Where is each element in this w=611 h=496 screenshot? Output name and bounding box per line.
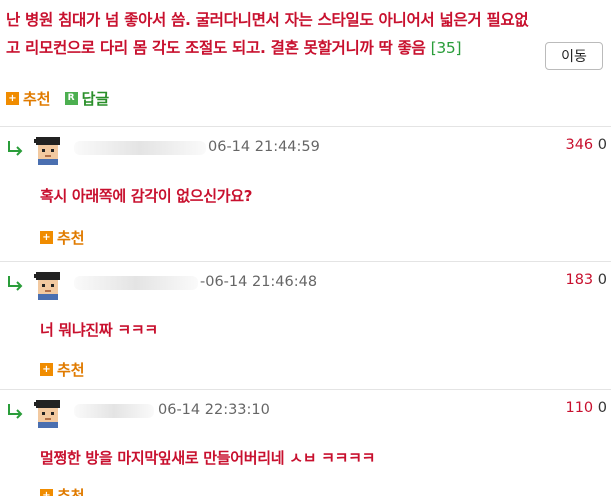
vote-count-down: 0 [597, 272, 607, 288]
post-line-2: 고 리모컨으로 다리 몸 각도 조절도 되고. 결혼 못할거니까 딱 좋음 [3… [6, 34, 606, 62]
comment-item: 06-14 21:44:59 346 0 혹시 아래쪽에 감각이 없으신가요? … [0, 126, 611, 261]
recommend-label: 추천 [57, 361, 85, 379]
author-name-blurred[interactable] [74, 404, 154, 418]
avatar-icon [34, 400, 60, 428]
reply-arrow-icon [8, 404, 23, 419]
post-line-2-text: 고 리모컨으로 다리 몸 각도 조절도 되고. 결혼 못할거니까 딱 좋음 [6, 39, 426, 57]
comment-text: 혹시 아래쪽에 감각이 없으신가요? [40, 187, 253, 205]
comment-header: 06-14 22:33:10 110 0 [0, 390, 611, 430]
avatar-icon [34, 137, 60, 165]
vote-count-down: 0 [597, 137, 607, 153]
avatar-icon [34, 272, 60, 300]
vote-count-up: 183 [565, 272, 594, 288]
plus-icon: + [40, 489, 53, 496]
post-line-1: 난 병원 침대가 넘 좋아서 씀. 굴러다니면서 자는 스타일도 아니어서 넓은… [6, 11, 529, 29]
comment-date: -06-14 21:46:48 [200, 274, 318, 290]
reply-arrow-icon [8, 276, 23, 291]
comment-date: 06-14 21:44:59 [208, 139, 320, 155]
reply-badge-icon: R [64, 92, 78, 105]
author-name-blurred[interactable] [74, 141, 206, 155]
vote-count-up: 110 [565, 400, 594, 416]
author-name-blurred[interactable] [74, 276, 198, 290]
plus-icon: + [40, 363, 53, 376]
reply-button[interactable]: R 답글 [64, 88, 110, 109]
comment-item: 06-14 22:33:10 110 0 멀쩡한 방을 마지막잎새로 만들어버리… [0, 389, 611, 496]
plus-icon: + [40, 231, 53, 244]
comment-vote-counts: 346 0 [565, 137, 607, 153]
comment-vote-counts: 183 0 [565, 272, 607, 288]
comment-header: 06-14 21:44:59 346 0 [0, 127, 611, 167]
comment-date: 06-14 22:33:10 [158, 402, 270, 418]
post-actions: + 추천 R 답글 [6, 88, 109, 109]
recommend-label: 추천 [57, 229, 85, 247]
comment-text: 너 뭐냐진짜 ㅋㅋㅋ [40, 321, 158, 339]
move-button[interactable]: 이동 [545, 42, 603, 70]
comment-recommend-button[interactable]: + 추천 [40, 359, 85, 380]
vote-count-up: 346 [565, 137, 594, 153]
reply-label: 답글 [81, 90, 110, 108]
vote-count-down: 0 [597, 400, 607, 416]
comment-text: 멀쩡한 방을 마지막잎새로 만들어버리네 ㅅㅂ ㅋㅋㅋㅋ [40, 449, 376, 467]
post-body: 난 병원 침대가 넘 좋아서 씀. 굴러다니면서 자는 스타일도 아니어서 넓은… [6, 6, 606, 62]
reply-arrow-icon [8, 141, 23, 156]
recommend-label: 추천 [23, 90, 51, 108]
comment-recommend-button[interactable]: + 추천 [40, 485, 85, 496]
recommend-button[interactable]: + 추천 [6, 88, 51, 109]
comment-count[interactable]: [35] [431, 39, 462, 57]
comment-recommend-button[interactable]: + 추천 [40, 227, 85, 248]
comment-header: -06-14 21:46:48 183 0 [0, 262, 611, 302]
comment-item: -06-14 21:46:48 183 0 너 뭐냐진짜 ㅋㅋㅋ + 추천 [0, 261, 611, 389]
plus-icon: + [6, 92, 19, 105]
recommend-label: 추천 [57, 487, 85, 496]
comment-vote-counts: 110 0 [565, 400, 607, 416]
